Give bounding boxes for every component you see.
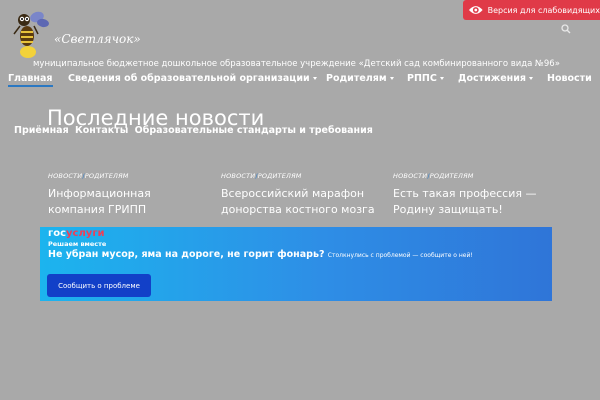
news-title-link[interactable]: Есть такая профессия — Родину защищать! [393,186,553,218]
banner-note: Столкнулись с проблемой — сообщите о ней… [327,252,473,259]
low-vision-label: Версия для слабовидящих [487,5,600,15]
banner-headline: Не убран мусор, яма на дороге, не горит … [48,249,473,260]
subnav-item-reception[interactable]: Приёмная [14,125,69,136]
category-link-news[interactable]: НОВОСТИ [393,172,427,180]
category-link-news[interactable]: НОВОСТИ [221,172,255,180]
news-card: НОВОСТИ/РОДИТЕЛЯМ Информационная компани… [48,172,208,218]
firefly-icon [13,11,49,58]
news-categories: НОВОСТИ/РОДИТЕЛЯМ [221,172,302,180]
nav-item-parents[interactable]: Родителям [326,73,394,84]
news-categories: НОВОСТИ/РОДИТЕЛЯМ [393,172,474,180]
chevron-down-icon [439,77,444,80]
category-link-news[interactable]: НОВОСТИ [48,172,82,180]
gosuslugi-logo: госуслуги [48,228,105,239]
nav-item-achievements[interactable]: Достижения [458,73,533,84]
site-logo[interactable]: «Светлячок» [10,8,141,62]
category-link-parents[interactable]: РОДИТЕЛЯМ [258,172,302,180]
banner-subtitle: Решаем вместе [48,240,107,248]
subnav-item-contacts[interactable]: Контакты [75,125,128,136]
category-link-parents[interactable]: РОДИТЕЛЯМ [85,172,129,180]
nav-item-about[interactable]: Сведения об образовательной организации [68,73,317,84]
chevron-down-icon [529,77,533,80]
secondary-nav: Приёмная Контакты Образовательные станда… [14,125,376,136]
report-problem-button[interactable]: Сообщить о проблеме [47,274,151,297]
gosuslugi-banner[interactable]: госуслуги Решаем вместе Не убран мусор, … [40,227,552,301]
nav-item-news[interactable]: Новости [547,73,592,84]
chevron-down-icon [389,77,394,80]
low-vision-version-button[interactable]: Версия для слабовидящих [463,0,600,20]
nav-item-rpps[interactable]: РППС [407,73,444,84]
news-card: НОВОСТИ/РОДИТЕЛЯМ Всероссийский марафон … [221,172,381,218]
subnav-item-standards[interactable]: Образовательные стандарты и требования [135,125,373,136]
news-categories: НОВОСТИ/РОДИТЕЛЯМ [48,172,129,180]
news-card: НОВОСТИ/РОДИТЕЛЯМ Есть такая профессия —… [393,172,553,218]
eye-icon [468,6,483,14]
chevron-down-icon [312,77,317,80]
news-title-link[interactable]: Всероссийский марафон донорства костного… [221,186,381,218]
search-icon[interactable] [561,24,571,34]
news-title-link[interactable]: Информационная компания ГРИПП [48,186,208,218]
logo-text: «Светлячок» [54,32,141,46]
main-nav: Главная Сведения об образовательной орга… [0,73,600,89]
category-link-parents[interactable]: РОДИТЕЛЯМ [430,172,474,180]
organization-name: муниципальное бюджетное дошкольное образ… [33,59,560,69]
nav-item-home[interactable]: Главная [8,73,53,87]
